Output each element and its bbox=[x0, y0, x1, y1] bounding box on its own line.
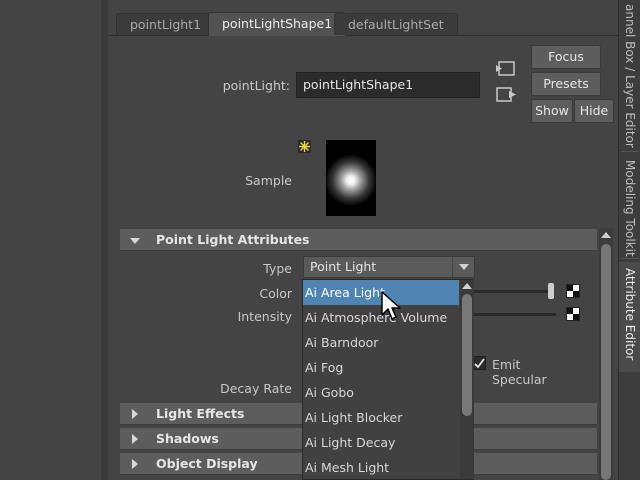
node-name-field[interactable]: pointLightShape1 bbox=[296, 72, 480, 98]
dropdown-scrollbar[interactable] bbox=[460, 280, 474, 479]
type-label: Type bbox=[263, 261, 292, 276]
tab-channel-box[interactable]: annel Box / Layer Editor bbox=[619, 0, 640, 150]
light-type-value: Point Light bbox=[310, 259, 377, 274]
decay-rate-label: Decay Rate bbox=[220, 381, 292, 396]
dropdown-item[interactable]: Ai Mesh Light bbox=[303, 455, 459, 480]
section-title: Shadows bbox=[156, 431, 219, 446]
node-type-label: pointLight: bbox=[222, 78, 290, 93]
show-button[interactable]: Show bbox=[531, 99, 573, 123]
emit-specular-label: Emit Specular bbox=[492, 357, 547, 387]
focus-button[interactable]: Focus bbox=[531, 45, 601, 69]
scrollbar-thumb[interactable] bbox=[601, 244, 611, 480]
intensity-slider[interactable] bbox=[472, 313, 556, 316]
scroll-up-icon[interactable] bbox=[601, 232, 611, 238]
dropdown-item[interactable]: Ai Barndoor bbox=[303, 330, 459, 355]
left-panel bbox=[0, 0, 102, 480]
section-title: Object Display bbox=[156, 456, 258, 471]
chevron-down-icon bbox=[130, 238, 140, 244]
tab-attribute-editor[interactable]: Attribute Editor bbox=[619, 262, 640, 372]
intensity-label: Intensity bbox=[237, 309, 292, 324]
mouse-pointer-icon bbox=[380, 291, 404, 323]
dropdown-item[interactable]: Ai Light Blocker bbox=[303, 405, 459, 430]
load-node-icon[interactable] bbox=[495, 86, 517, 104]
dropdown-scrollbar-thumb[interactable] bbox=[462, 294, 472, 416]
tab-separator bbox=[621, 258, 639, 259]
chevron-down-icon bbox=[452, 257, 474, 277]
scroll-up-icon[interactable] bbox=[462, 283, 472, 289]
sample-glow bbox=[326, 140, 376, 216]
light-sample-swatch bbox=[298, 140, 376, 216]
node-tab-bar: pointLight1 pointLightShape1 defaultLigh… bbox=[108, 10, 618, 36]
chevron-right-icon bbox=[132, 409, 138, 419]
right-rail: annel Box / Layer Editor Modeling Toolki… bbox=[618, 0, 640, 480]
section-point-light-attributes[interactable]: Point Light Attributes bbox=[120, 229, 597, 251]
dropdown-item[interactable]: Ai Light Decay bbox=[303, 430, 459, 455]
hide-button[interactable]: Hide bbox=[574, 99, 614, 123]
color-map-button[interactable] bbox=[566, 284, 580, 298]
attribute-scrollbar[interactable] bbox=[599, 228, 613, 480]
color-slider[interactable] bbox=[472, 290, 552, 293]
section-title: Light Effects bbox=[156, 406, 245, 421]
presets-button[interactable]: Presets bbox=[531, 72, 601, 96]
light-type-select[interactable]: Point Light bbox=[303, 256, 475, 278]
tab-pointlightshape1[interactable]: pointLightShape1 bbox=[208, 12, 347, 36]
section-title: Point Light Attributes bbox=[156, 232, 310, 247]
tab-modeling-toolkit[interactable]: Modeling Toolkit bbox=[619, 156, 640, 257]
tab-defaultlightset[interactable]: defaultLightSet bbox=[334, 13, 458, 35]
intensity-map-button[interactable] bbox=[566, 307, 580, 321]
light-badge-icon bbox=[298, 140, 311, 153]
sample-label: Sample bbox=[245, 173, 292, 188]
dropdown-item[interactable]: Ai Fog bbox=[303, 355, 459, 380]
tab-separator bbox=[621, 151, 639, 152]
chevron-right-icon bbox=[132, 434, 138, 444]
emit-specular-checkbox[interactable] bbox=[472, 356, 486, 370]
dropdown-item[interactable]: Ai Gobo bbox=[303, 380, 459, 405]
tab-pointlight1[interactable]: pointLight1 bbox=[116, 13, 216, 35]
chevron-right-icon bbox=[132, 459, 138, 469]
color-label: Color bbox=[259, 286, 292, 301]
select-node-icon[interactable] bbox=[495, 60, 517, 78]
color-slider-handle[interactable] bbox=[548, 283, 554, 299]
